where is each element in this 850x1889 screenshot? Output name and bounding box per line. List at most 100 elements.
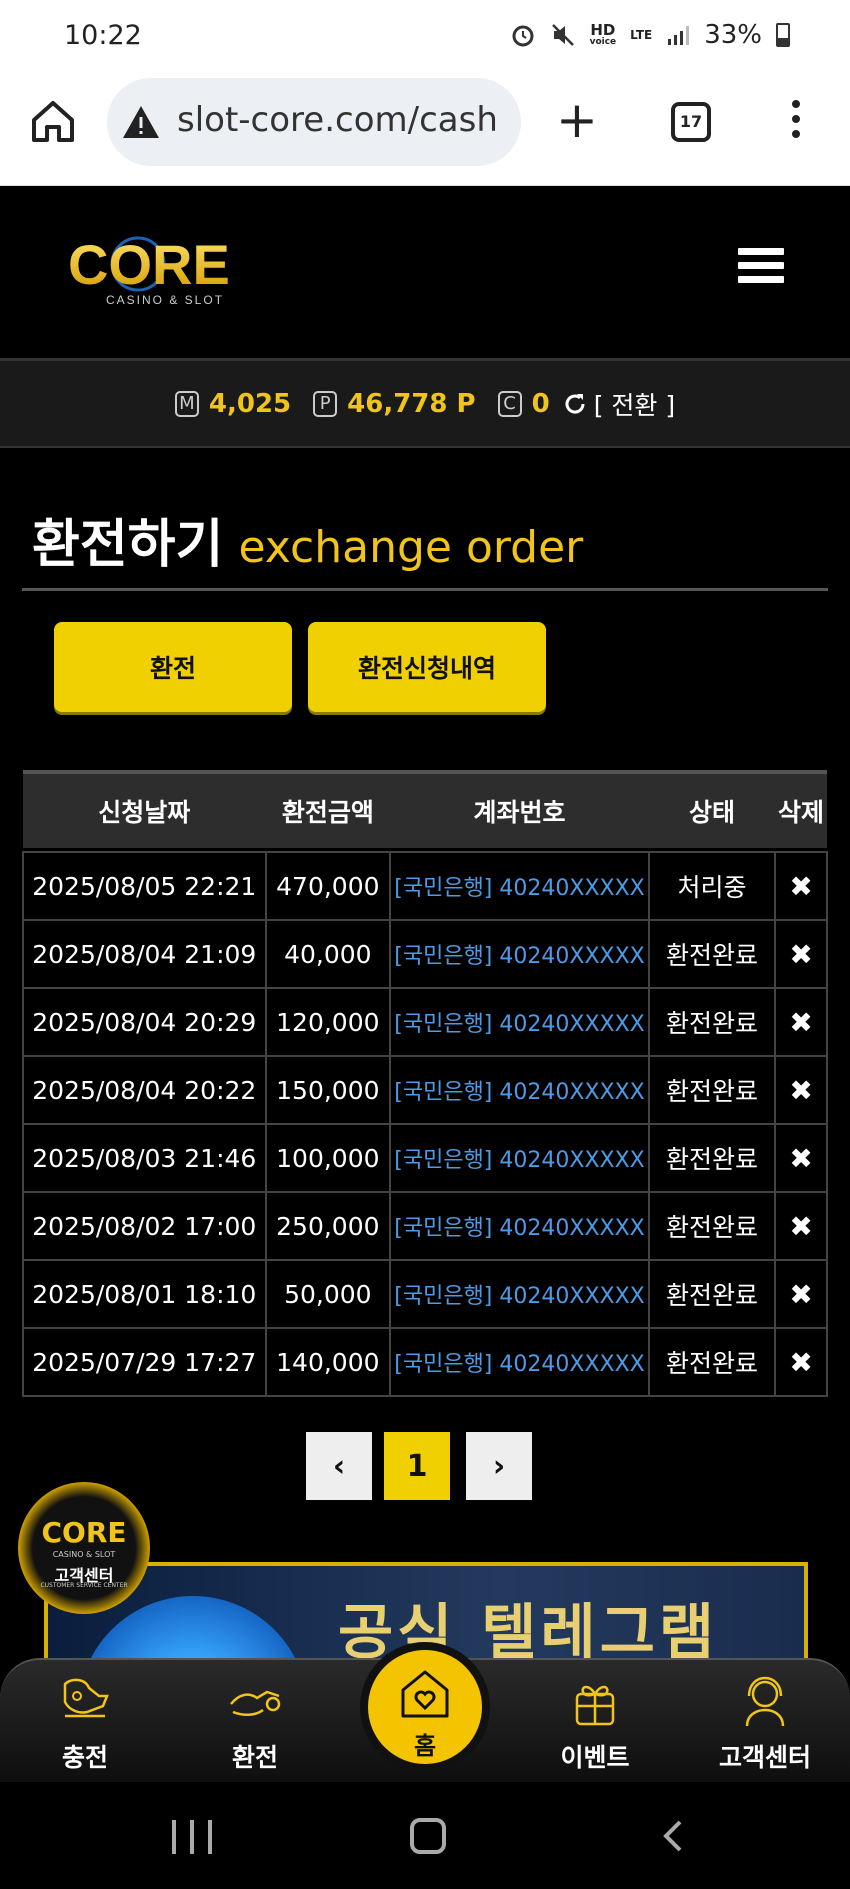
exchange-history-button[interactable]: 환전신청내역 xyxy=(308,622,546,712)
close-icon[interactable]: ✖ xyxy=(774,1191,828,1261)
nav-home-label: 홈 xyxy=(413,1732,437,1760)
row-amount: 40,000 xyxy=(264,919,392,989)
close-icon[interactable]: ✖ xyxy=(774,1259,828,1329)
row-date: 2025/07/29 17:27 xyxy=(22,1327,267,1397)
balance-bar: M 4,025 P 46,778 P C 0 [ 전환 ] xyxy=(0,358,850,448)
refresh-icon[interactable] xyxy=(562,391,588,417)
row-date: 2025/08/03 21:46 xyxy=(22,1123,267,1193)
status-bar: 10:22 HD voice LTE 33% xyxy=(0,0,850,72)
table-row: 2025/08/04 20:29 120,000 [국민은행] 40240XXX… xyxy=(22,987,828,1057)
page-title-ko: 환전하기 xyxy=(32,515,224,575)
row-account: [국민은행] 40240XXXXX xyxy=(389,1327,650,1397)
site-logo[interactable]: CORE CASINO & SLOT xyxy=(66,232,266,312)
row-status: 환전완료 xyxy=(647,987,777,1057)
page-number-current[interactable]: 1 xyxy=(384,1432,450,1500)
money-value: 4,025 xyxy=(208,388,292,419)
point-value: 46,778 P xyxy=(347,388,476,419)
hd-voice-badge: HD voice xyxy=(589,21,617,47)
cs-badge-sub: CASINO & SLOT xyxy=(52,1550,116,1559)
tabs-icon[interactable]: 17 xyxy=(671,102,711,142)
recent-apps-icon[interactable] xyxy=(172,1820,212,1854)
title-divider xyxy=(22,588,828,591)
plus-icon[interactable]: + xyxy=(556,95,598,145)
table-row: 2025/08/01 18:10 50,000 [국민은행] 40240XXXX… xyxy=(22,1259,828,1329)
row-amount: 470,000 xyxy=(264,851,392,921)
browser-toolbar: slot-core.com/cash + 17 xyxy=(0,72,850,186)
row-date: 2025/08/04 20:29 xyxy=(22,987,267,1057)
table-header: 신청날짜 환전금액 계좌번호 상태 삭제 xyxy=(23,770,827,848)
site-header: CORE CASINO & SLOT xyxy=(0,186,850,358)
nav-exchange-label: 환전 xyxy=(231,1743,278,1772)
row-amount: 100,000 xyxy=(264,1123,392,1193)
svg-text:CASINO & SLOT: CASINO & SLOT xyxy=(106,293,224,307)
chevron-right-icon[interactable]: › xyxy=(466,1432,532,1500)
home-icon[interactable] xyxy=(28,96,78,146)
table-row: 2025/08/05 22:21 470,000 [국민은행] 40240XXX… xyxy=(22,851,828,921)
col-header-date: 신청날짜 xyxy=(23,770,266,848)
menu-icon[interactable] xyxy=(738,248,784,288)
row-account: [국민은행] 40240XXXXX xyxy=(389,1259,650,1329)
point-badge: P xyxy=(313,390,338,417)
col-header-delete: 삭제 xyxy=(775,770,827,848)
nav-support[interactable]: 고객센터 xyxy=(705,1674,825,1774)
row-account: [국민은행] 40240XXXXX xyxy=(389,1191,650,1261)
nav-home[interactable]: 홈 xyxy=(360,1642,490,1772)
chevron-left-icon[interactable]: ‹ xyxy=(306,1432,372,1500)
warning-icon[interactable] xyxy=(121,102,161,142)
row-amount: 50,000 xyxy=(264,1259,392,1329)
row-amount: 120,000 xyxy=(264,987,392,1057)
money-badge: M xyxy=(174,390,199,417)
row-date: 2025/08/05 22:21 xyxy=(22,851,267,921)
row-status: 환전완료 xyxy=(647,919,777,989)
nav-charge[interactable]: 충전 xyxy=(25,1674,145,1774)
status-time: 10:22 xyxy=(64,20,142,51)
support-icon xyxy=(745,1676,785,1727)
customer-service-badge[interactable]: CORE CASINO & SLOT 고객센터 CUSTOMER SERVICE… xyxy=(18,1482,150,1614)
exchange-button[interactable]: 환전 xyxy=(54,622,292,712)
close-icon[interactable]: ✖ xyxy=(774,987,828,1057)
close-icon[interactable]: ✖ xyxy=(774,919,828,989)
row-amount: 150,000 xyxy=(264,1055,392,1125)
row-date: 2025/08/04 20:22 xyxy=(22,1055,267,1125)
url-text[interactable]: slot-core.com/cash xyxy=(177,100,498,140)
row-account: [국민은행] 40240XXXXX xyxy=(389,1055,650,1125)
row-date: 2025/08/04 21:09 xyxy=(22,919,267,989)
table-row: 2025/08/04 21:09 40,000 [국민은행] 40240XXXX… xyxy=(22,919,828,989)
signal-icon xyxy=(668,26,690,45)
nav-exchange[interactable]: 환전 xyxy=(195,1674,315,1774)
casino-value: 0 xyxy=(531,388,550,419)
battery-icon xyxy=(776,23,790,47)
lte-badge: LTE xyxy=(630,28,653,42)
mute-icon xyxy=(551,24,574,46)
col-header-amount: 환전금액 xyxy=(265,770,391,848)
more-icon[interactable] xyxy=(784,100,808,144)
row-status: 환전완료 xyxy=(647,1327,777,1397)
back-icon[interactable] xyxy=(656,1818,692,1854)
close-icon[interactable]: ✖ xyxy=(774,1123,828,1193)
page-title-en: exchange order xyxy=(238,522,584,573)
convert-button[interactable]: [ 전환 ] xyxy=(594,386,675,422)
address-bar[interactable]: slot-core.com/cash xyxy=(107,78,521,166)
close-icon[interactable]: ✖ xyxy=(774,851,828,921)
close-icon[interactable]: ✖ xyxy=(774,1327,828,1397)
casino-badge: C xyxy=(497,390,522,417)
cs-badge-tagline: CUSTOMER SERVICE CENTER xyxy=(40,1582,128,1589)
nav-support-label: 고객센터 xyxy=(718,1743,811,1772)
heart-home-icon xyxy=(401,1670,449,1718)
table-row: 2025/08/02 17:00 250,000 [국민은행] 40240XXX… xyxy=(22,1191,828,1261)
cs-badge-logo: CORE xyxy=(41,1516,127,1549)
nav-event-label: 이벤트 xyxy=(560,1743,630,1772)
row-date: 2025/08/02 17:00 xyxy=(22,1191,267,1261)
charge-icon xyxy=(63,1678,109,1718)
exchange-icon xyxy=(230,1690,281,1716)
row-amount: 250,000 xyxy=(264,1191,392,1261)
android-home-icon[interactable] xyxy=(410,1818,446,1854)
nav-event[interactable]: 이벤트 xyxy=(535,1674,655,1774)
col-header-status: 상태 xyxy=(648,770,776,848)
battery-percent: 33% xyxy=(704,20,762,50)
row-status: 환전완료 xyxy=(647,1055,777,1125)
nav-charge-label: 충전 xyxy=(61,1743,108,1772)
row-status: 처리중 xyxy=(647,851,777,921)
exchange-table: 신청날짜 환전금액 계좌번호 상태 삭제 2025/08/05 22:21 47… xyxy=(22,770,828,1397)
close-icon[interactable]: ✖ xyxy=(774,1055,828,1125)
